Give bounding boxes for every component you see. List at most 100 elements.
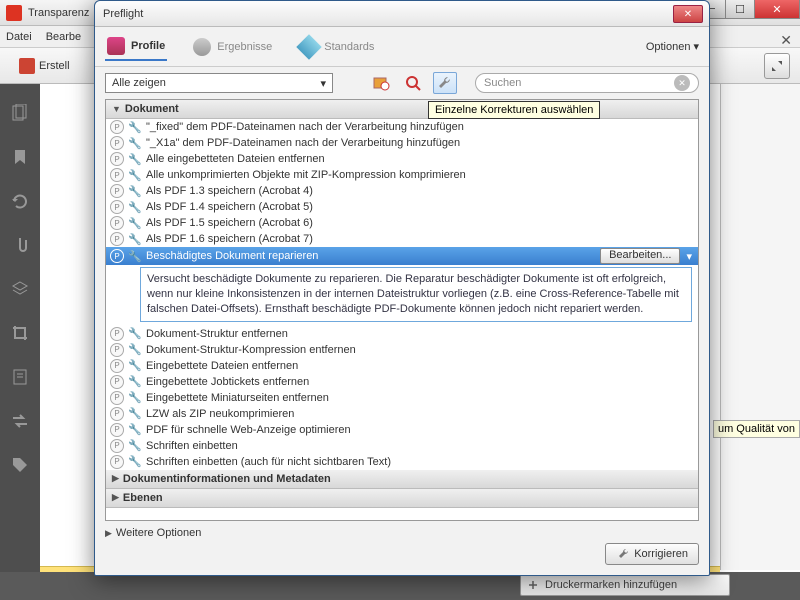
dialog-tabs: Profile Ergebnisse Standards Optionen ▾ (95, 27, 709, 67)
list-item-label: Dokument-Struktur-Kompression entfernen (146, 344, 356, 356)
list-item-label: Als PDF 1.3 speichern (Acrobat 4) (146, 185, 313, 197)
pdf-icon (19, 58, 35, 74)
fixups-view-icon (436, 74, 454, 92)
tag-icon[interactable] (11, 456, 29, 474)
panel-close-icon[interactable]: ✕ (780, 32, 792, 49)
more-options-toggle[interactable]: ▶ Weitere Optionen (105, 527, 699, 539)
list-item-label: "_X1a" dem PDF-Dateinamen nach der Verar… (146, 137, 460, 149)
search-clear-button[interactable]: ✕ (674, 75, 690, 91)
wrench-icon: 🔧 (128, 184, 142, 198)
wrench-icon: 🔧 (128, 407, 142, 421)
wrench-icon: 🔧 (128, 327, 142, 341)
list-item[interactable]: P🔧Als PDF 1.4 speichern (Acrobat 5) (106, 199, 698, 215)
search-input[interactable]: Suchen ✕ (475, 73, 699, 93)
dialog-close-button[interactable]: ✕ (673, 5, 703, 23)
list-item[interactable]: P 🔧 Dokument-Struktur entfernen (106, 326, 698, 342)
list-item-label: Alle unkomprimierten Objekte mit ZIP-Kom… (146, 169, 466, 181)
triangle-down-icon: ▼ (112, 104, 121, 114)
pages-icon[interactable] (11, 104, 29, 122)
menu-file[interactable]: Datei (6, 31, 32, 43)
tab-results-label: Ergebnisse (217, 41, 272, 53)
view-checks-button[interactable] (401, 72, 425, 94)
search-placeholder: Suchen (484, 77, 521, 89)
item-menu-arrow-icon[interactable]: ▾ (686, 250, 692, 263)
list-item-selected[interactable]: P 🔧 Beschädigtes Dokument reparieren Bea… (106, 247, 698, 265)
fixup-list[interactable]: ▼ Dokument P🔧"_fixed" dem PDF-Dateinamen… (105, 99, 699, 521)
list-item[interactable]: P🔧LZW als ZIP neukomprimieren (106, 406, 698, 422)
menu-edit[interactable]: Bearbe (46, 31, 81, 43)
view-profiles-button[interactable] (369, 72, 393, 94)
list-item-label: Alle eingebetteten Dateien entfernen (146, 153, 325, 165)
create-button[interactable]: Erstell (10, 53, 79, 79)
list-item[interactable]: P🔧Schriften einbetten (auch für nicht si… (106, 454, 698, 470)
window-buttons: ─ ☐ ✕ (697, 0, 800, 19)
profile-badge-icon: P (110, 136, 124, 150)
list-item[interactable]: P🔧Schriften einbetten (106, 438, 698, 454)
options-label: Optionen (646, 41, 691, 53)
list-item[interactable]: P🔧Als PDF 1.5 speichern (Acrobat 6) (106, 215, 698, 231)
wrench-icon: 🔧 (128, 136, 142, 150)
transfer-icon[interactable] (11, 412, 29, 430)
standards-icon (297, 34, 322, 59)
printer-marks-button[interactable]: Druckermarken hinzufügen (520, 574, 730, 596)
attachment-icon[interactable] (11, 236, 29, 254)
list-item[interactable]: P🔧Dokument-Struktur-Kompression entferne… (106, 342, 698, 358)
list-item-label: Dokument-Struktur entfernen (146, 328, 288, 340)
list-item[interactable]: P🔧Als PDF 1.6 speichern (Acrobat 7) (106, 231, 698, 247)
expand-button[interactable] (764, 53, 790, 79)
view-fixups-button[interactable] (433, 72, 457, 94)
profile-badge-icon: P (110, 391, 124, 405)
list-item[interactable]: P🔧Alle unkomprimierten Objekte mit ZIP-K… (106, 167, 698, 183)
profile-badge-icon: P (110, 216, 124, 230)
document-icon[interactable] (11, 368, 29, 386)
crop-icon[interactable] (11, 324, 29, 342)
profiles-view-icon (372, 74, 390, 92)
list-item[interactable]: P 🔧 "_X1a" dem PDF-Dateinamen nach der Ver… (106, 135, 698, 151)
profile-badge-icon: P (110, 200, 124, 214)
profile-badge-icon: P (110, 375, 124, 389)
profile-badge-icon: P (110, 184, 124, 198)
bookmark-icon[interactable] (11, 148, 29, 166)
list-item-label: Schriften einbetten (auch für nicht sich… (146, 456, 391, 468)
list-item[interactable]: P🔧Eingebettete Dateien entfernen (106, 358, 698, 374)
dropdown-arrow-icon: ▾ (693, 40, 699, 53)
chevron-down-icon: ▾ (320, 77, 326, 90)
list-item[interactable]: P 🔧 Als PDF 1.3 speichern (Acrobat 4) (106, 183, 698, 199)
dialog-titlebar[interactable]: Preflight (95, 1, 709, 27)
list-item[interactable]: P🔧Alle eingebetteten Dateien entfernen (106, 151, 698, 167)
tab-standards[interactable]: Standards (298, 34, 376, 60)
group-layers[interactable]: ▶ Ebenen (106, 489, 698, 508)
list-item[interactable]: P🔧Eingebettete Jobtickets entfernen (106, 374, 698, 390)
dialog-footer: ▶ Weitere Optionen Korrigieren (95, 521, 709, 575)
undo-icon[interactable] (11, 192, 29, 210)
profile-badge-icon: P (110, 249, 124, 263)
group-docinfo[interactable]: ▶ Dokumentinformationen und Metadaten (106, 470, 698, 489)
app-icon (6, 5, 22, 21)
list-item-label: Eingebettete Miniaturseiten entfernen (146, 392, 329, 404)
layers-icon[interactable] (11, 280, 29, 298)
maximize-button[interactable]: ☐ (725, 0, 755, 19)
profile-badge-icon: P (110, 327, 124, 341)
fix-button-label: Korrigieren (634, 548, 688, 560)
triangle-right-icon: ▶ (112, 492, 119, 503)
fix-button[interactable]: Korrigieren (605, 543, 699, 565)
tab-results[interactable]: Ergebnisse (191, 34, 274, 60)
selected-description: Versucht beschädigte Dokumente zu repari… (140, 267, 692, 322)
list-item-label: Als PDF 1.4 speichern (Acrobat 5) (146, 201, 313, 213)
list-item[interactable]: P🔧PDF für schnelle Web-Anzeige optimiere… (106, 422, 698, 438)
expand-icon (770, 59, 784, 73)
wrench-icon (616, 547, 630, 561)
profile-badge-icon: P (110, 343, 124, 357)
list-item-label: "_fixed" dem PDF-Dateinamen nach der Ver… (146, 121, 464, 133)
profile-badge-icon: P (110, 455, 124, 469)
list-item[interactable]: P🔧"_fixed" dem PDF-Dateinamen nach der V… (106, 119, 698, 135)
close-button[interactable]: ✕ (754, 0, 800, 19)
options-menu[interactable]: Optionen ▾ (646, 40, 699, 53)
group-document[interactable]: ▼ Dokument (106, 100, 698, 119)
show-filter-dropdown[interactable]: Alle zeigen ▾ (105, 73, 333, 93)
tab-profile[interactable]: Profile (105, 33, 167, 61)
edit-button[interactable]: Bearbeiten... (600, 248, 680, 264)
group-document-label: Dokument (125, 103, 179, 115)
list-item[interactable]: P🔧Eingebettete Miniaturseiten entfernen (106, 390, 698, 406)
preflight-dialog: Preflight ✕ Profile Ergebnisse Standards… (94, 0, 710, 576)
